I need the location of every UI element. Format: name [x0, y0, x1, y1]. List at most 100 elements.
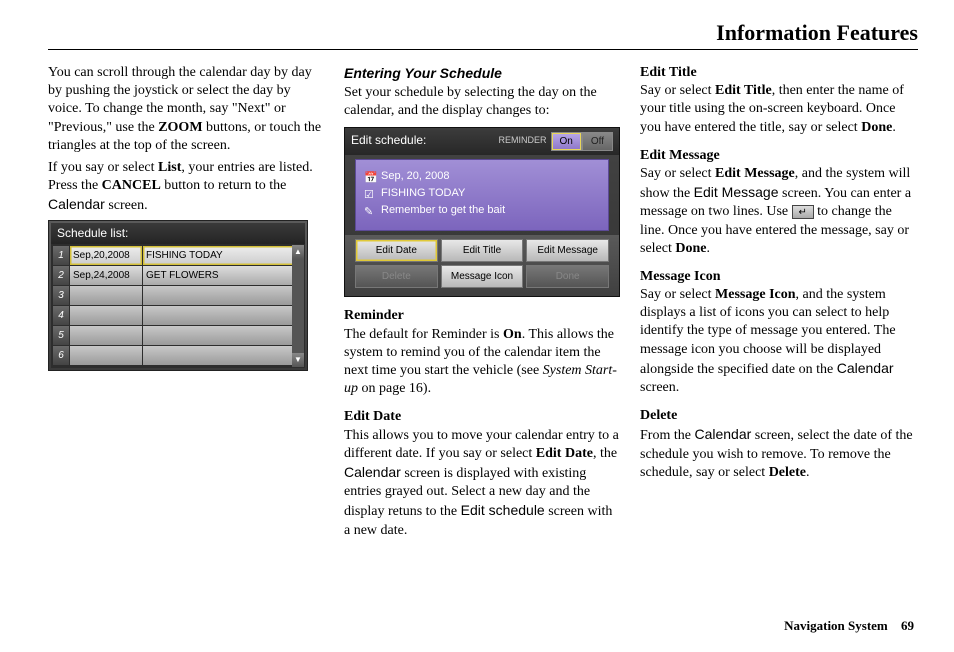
edit-title-paragraph: Say or select Edit Title, then enter the… [640, 82, 918, 137]
page-number: 69 [901, 618, 914, 633]
text: . [892, 120, 896, 135]
list-label: List [158, 160, 181, 175]
row-date [70, 306, 142, 325]
scroll-up-icon[interactable]: ▲ [292, 245, 304, 259]
calendar-screen-name: Calendar [344, 464, 401, 480]
schedule-row-3[interactable]: 3 [53, 286, 303, 305]
calendar-screen-name: Calendar [837, 360, 894, 376]
text: button to return to the [161, 178, 287, 193]
message-icon-label: Message Icon [715, 287, 796, 302]
edit-message-label: Edit Message [715, 166, 795, 181]
page-header: Information Features [48, 20, 918, 50]
edit-schedule-screen-name: Edit schedule [461, 502, 545, 518]
text: Say or select [640, 83, 715, 98]
delete-label: Delete [769, 465, 806, 480]
scrollbar[interactable]: ▲ ▼ [292, 245, 304, 367]
row-date: Sep,20,2008 [70, 246, 142, 265]
scroll-down-icon[interactable]: ▼ [292, 353, 304, 367]
row-date [70, 346, 142, 365]
text: screen. [640, 380, 679, 395]
edit-schedule-body: 📅 Sep, 20, 2008 ☑ FISHING TODAY ✎ Remember … [355, 159, 609, 232]
edit-schedule-titlebar: Edit schedule: REMINDER On Off [345, 128, 619, 155]
row-text [143, 286, 303, 305]
delete-heading: Delete [640, 407, 918, 425]
edit-date-paragraph: This allows you to move your calendar en… [344, 427, 622, 540]
text: From the [640, 428, 694, 443]
schedule-title-text: FISHING TODAY [381, 186, 465, 200]
text: Say or select [640, 287, 715, 302]
reminder-paragraph: The default for Reminder is On. This all… [344, 326, 622, 399]
edit-date-label: Edit Date [536, 446, 593, 461]
row-number: 5 [53, 326, 69, 345]
page-footer: Navigation System 69 [784, 618, 914, 634]
row-text [143, 346, 303, 365]
calendar-screen-name: Calendar [48, 196, 105, 212]
row-number: 4 [53, 306, 69, 325]
text: Say or select [640, 166, 715, 181]
text: , the [593, 446, 617, 461]
edit-title-heading: Edit Title [640, 64, 918, 82]
column-2: Entering Your Schedule Set your schedule… [344, 64, 622, 544]
delete-button[interactable]: Delete [355, 265, 438, 288]
note-icon: ✎ [364, 205, 376, 215]
page-title: Information Features [48, 20, 918, 46]
edit-date-heading: Edit Date [344, 408, 622, 426]
intro-paragraph-1: You can scroll through the calendar day … [48, 64, 326, 155]
done-button[interactable]: Done [526, 265, 609, 288]
reminder-label: REMINDER [498, 135, 546, 147]
column-3: Edit Title Say or select Edit Title, the… [640, 64, 918, 544]
on-label: On [503, 327, 522, 342]
calendar-icon: 📅 [364, 171, 376, 181]
intro-paragraph-2: If you say or select List, your entries … [48, 159, 326, 216]
entering-schedule-heading: Entering Your Schedule [344, 64, 622, 82]
message-icon-paragraph: Say or select Message Icon, and the syst… [640, 286, 918, 397]
schedule-title-row: ☑ FISHING TODAY [364, 186, 600, 200]
text: . [806, 465, 810, 480]
check-icon: ☑ [364, 188, 376, 198]
row-text: GET FLOWERS [143, 266, 303, 285]
row-number: 3 [53, 286, 69, 305]
done-label: Done [675, 241, 706, 256]
row-number: 2 [53, 266, 69, 285]
row-date [70, 286, 142, 305]
schedule-list-screenshot: Schedule list: 1 Sep,20,2008 FISHING TOD… [48, 220, 308, 372]
manual-page: Information Features You can scroll thro… [0, 0, 954, 544]
edit-schedule-title: Edit schedule: [351, 133, 498, 149]
column-1: You can scroll through the calendar day … [48, 64, 326, 544]
edit-date-button[interactable]: Edit Date [355, 239, 438, 262]
entering-schedule-intro: Set your schedule by selecting the day o… [344, 84, 622, 120]
text: screen. [105, 198, 148, 213]
reminder-heading: Reminder [344, 307, 622, 325]
cancel-label: CANCEL [102, 178, 161, 193]
edit-schedule-screenshot: Edit schedule: REMINDER On Off 📅 Sep, 20,… [344, 127, 620, 298]
schedule-row-4[interactable]: 4 [53, 306, 303, 325]
schedule-table: 1 Sep,20,2008 FISHING TODAY 2 Sep,24,200… [51, 244, 305, 368]
schedule-row-1[interactable]: 1 Sep,20,2008 FISHING TODAY [53, 246, 303, 265]
row-date [70, 326, 142, 345]
reminder-on-button[interactable]: On [551, 132, 582, 151]
return-icon: ↵ [792, 205, 814, 219]
done-label: Done [861, 120, 892, 135]
schedule-row-6[interactable]: 6 [53, 346, 303, 365]
schedule-row-2[interactable]: 2 Sep,24,2008 GET FLOWERS [53, 266, 303, 285]
row-text [143, 326, 303, 345]
edit-message-screen-name: Edit Message [694, 184, 779, 200]
zoom-label: ZOOM [158, 120, 202, 135]
schedule-list-title: Schedule list: [51, 223, 305, 245]
edit-title-button[interactable]: Edit Title [441, 239, 524, 262]
row-number: 6 [53, 346, 69, 365]
reminder-off-button[interactable]: Off [582, 132, 613, 151]
edit-message-heading: Edit Message [640, 147, 918, 165]
edit-message-button[interactable]: Edit Message [526, 239, 609, 262]
schedule-message-text: Remember to get the bait [381, 203, 505, 217]
delete-paragraph: From the Calendar screen, select the dat… [640, 425, 918, 482]
schedule-date: Sep, 20, 2008 [381, 169, 450, 183]
text: The default for Reminder is [344, 327, 503, 342]
row-number: 1 [53, 246, 69, 265]
message-icon-heading: Message Icon [640, 268, 918, 286]
row-text [143, 306, 303, 325]
message-icon-button[interactable]: Message Icon [441, 265, 524, 288]
calendar-screen-name: Calendar [694, 426, 751, 442]
schedule-row-5[interactable]: 5 [53, 326, 303, 345]
text: . [707, 241, 711, 256]
